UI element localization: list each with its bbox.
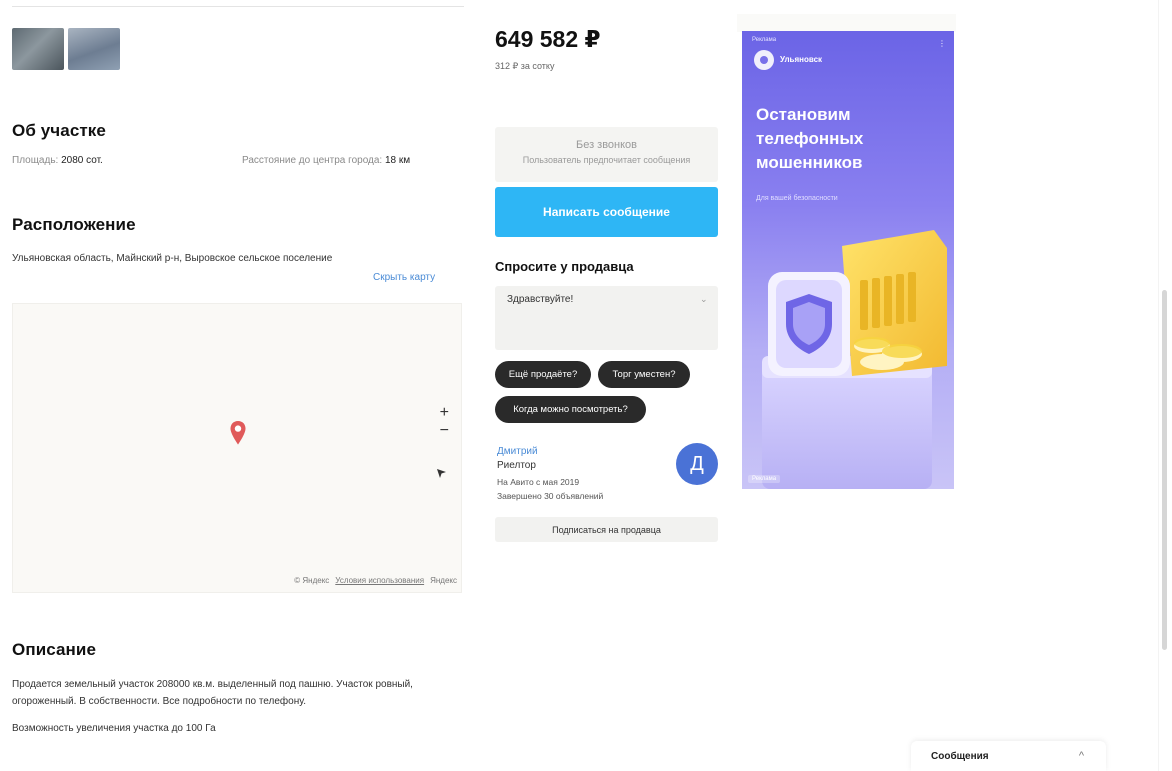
seller-name-link[interactable]: Дмитрий (497, 446, 538, 457)
ad-headline: Остановим телефонных мошенников (756, 105, 864, 172)
photo-thumbnails (12, 28, 120, 70)
scrollbar-thumb[interactable] (1162, 290, 1167, 650)
map-terms-link[interactable]: Условия использования (335, 576, 424, 585)
avatar[interactable]: Д (676, 443, 718, 485)
ad-subtext: Для вашей безопасности (756, 195, 838, 202)
subscribe-seller-button[interactable]: Подписаться на продавца (495, 517, 718, 542)
no-calls-title: Без звонков (575, 139, 638, 151)
distance-label: Расстояние до центра города: (242, 155, 383, 166)
ad-logo-icon (754, 50, 774, 70)
messages-label: Сообщения (931, 750, 989, 762)
quick-question-bargain[interactable]: Торг уместен? (598, 361, 690, 388)
ad-brand: Ульяновск (780, 55, 823, 64)
hide-map-link[interactable]: Скрыть карту (373, 272, 435, 283)
about-title: Об участке (12, 121, 106, 140)
description-text: Продается земельный участок 208000 кв.м.… (12, 679, 413, 707)
ask-seller-title: Спросите у продавца (495, 259, 634, 274)
seller-since: На Авито с мая 2019 (497, 477, 580, 487)
description-title: Описание (12, 640, 97, 659)
area-label: Площадь: (12, 155, 59, 166)
seller-role: Риелтор (497, 460, 536, 471)
location-title: Расположение (12, 215, 136, 234)
area-value: 2080 сот. (61, 155, 103, 166)
price-per-unit: 312 ₽ за сотку (495, 61, 555, 71)
no-calls-subtitle: Пользователь предпочитает сообщения (522, 155, 691, 165)
ad-top-strip (737, 14, 956, 32)
ad-top-label: Реклама (752, 37, 777, 43)
location-address: Ульяновская область, Майнский р-н, Выров… (12, 253, 333, 264)
no-calls-box: Без звонков Пользователь предпочитает со… (495, 127, 718, 182)
scrollbar-track[interactable] (1158, 0, 1172, 771)
messages-bar[interactable]: Сообщения ^ (911, 741, 1106, 771)
thumbnail-1[interactable] (12, 28, 64, 70)
chevron-icon: ⌄ (700, 294, 708, 304)
description-text-2: Возможность увеличения участка до 100 Га (12, 723, 216, 734)
distance-value: 18 км (385, 155, 411, 166)
map-copyright: © Яндекс (294, 576, 330, 585)
quick-question-when-view[interactable]: Когда можно посмотреть? (495, 396, 646, 423)
chevron-up-icon[interactable]: ^ (1079, 750, 1084, 762)
zoom-in-button[interactable]: + (440, 405, 449, 421)
top-divider (12, 6, 464, 7)
sim-card-shield-illustration-icon (762, 230, 947, 489)
ad-banner[interactable]: Реклама Ульяновск ⋮ Остановим телефонных… (742, 31, 954, 489)
ad-tag: Реклама (748, 475, 781, 483)
zoom-out-button[interactable]: − (440, 423, 449, 439)
price: 649 582 ₽ (495, 26, 601, 52)
ask-seller-input[interactable]: Здравствуйте! (495, 286, 718, 350)
map-zoom-controls: + − (440, 405, 449, 439)
map[interactable]: + − © Яндекс Условия использования Яндек… (12, 303, 462, 593)
seller-completed-ads: Завершено 30 объявлений (497, 491, 604, 501)
map-brand-link[interactable]: Яндекс (430, 576, 457, 585)
locate-arrow-icon[interactable] (435, 467, 447, 479)
thumbnail-2[interactable] (68, 28, 120, 70)
ad-menu-icon[interactable]: ⋮ (938, 39, 946, 48)
lot-distance: Расстояние до центра города: 18 км (242, 155, 410, 166)
map-footer: © Яндекс Условия использования Яндекс (294, 576, 457, 585)
write-message-button[interactable]: Написать сообщение (495, 187, 718, 237)
map-pin-icon[interactable] (229, 420, 247, 446)
quick-question-still-selling[interactable]: Ещё продаёте? (495, 361, 591, 388)
lot-area: Площадь: 2080 сот. (12, 155, 103, 166)
